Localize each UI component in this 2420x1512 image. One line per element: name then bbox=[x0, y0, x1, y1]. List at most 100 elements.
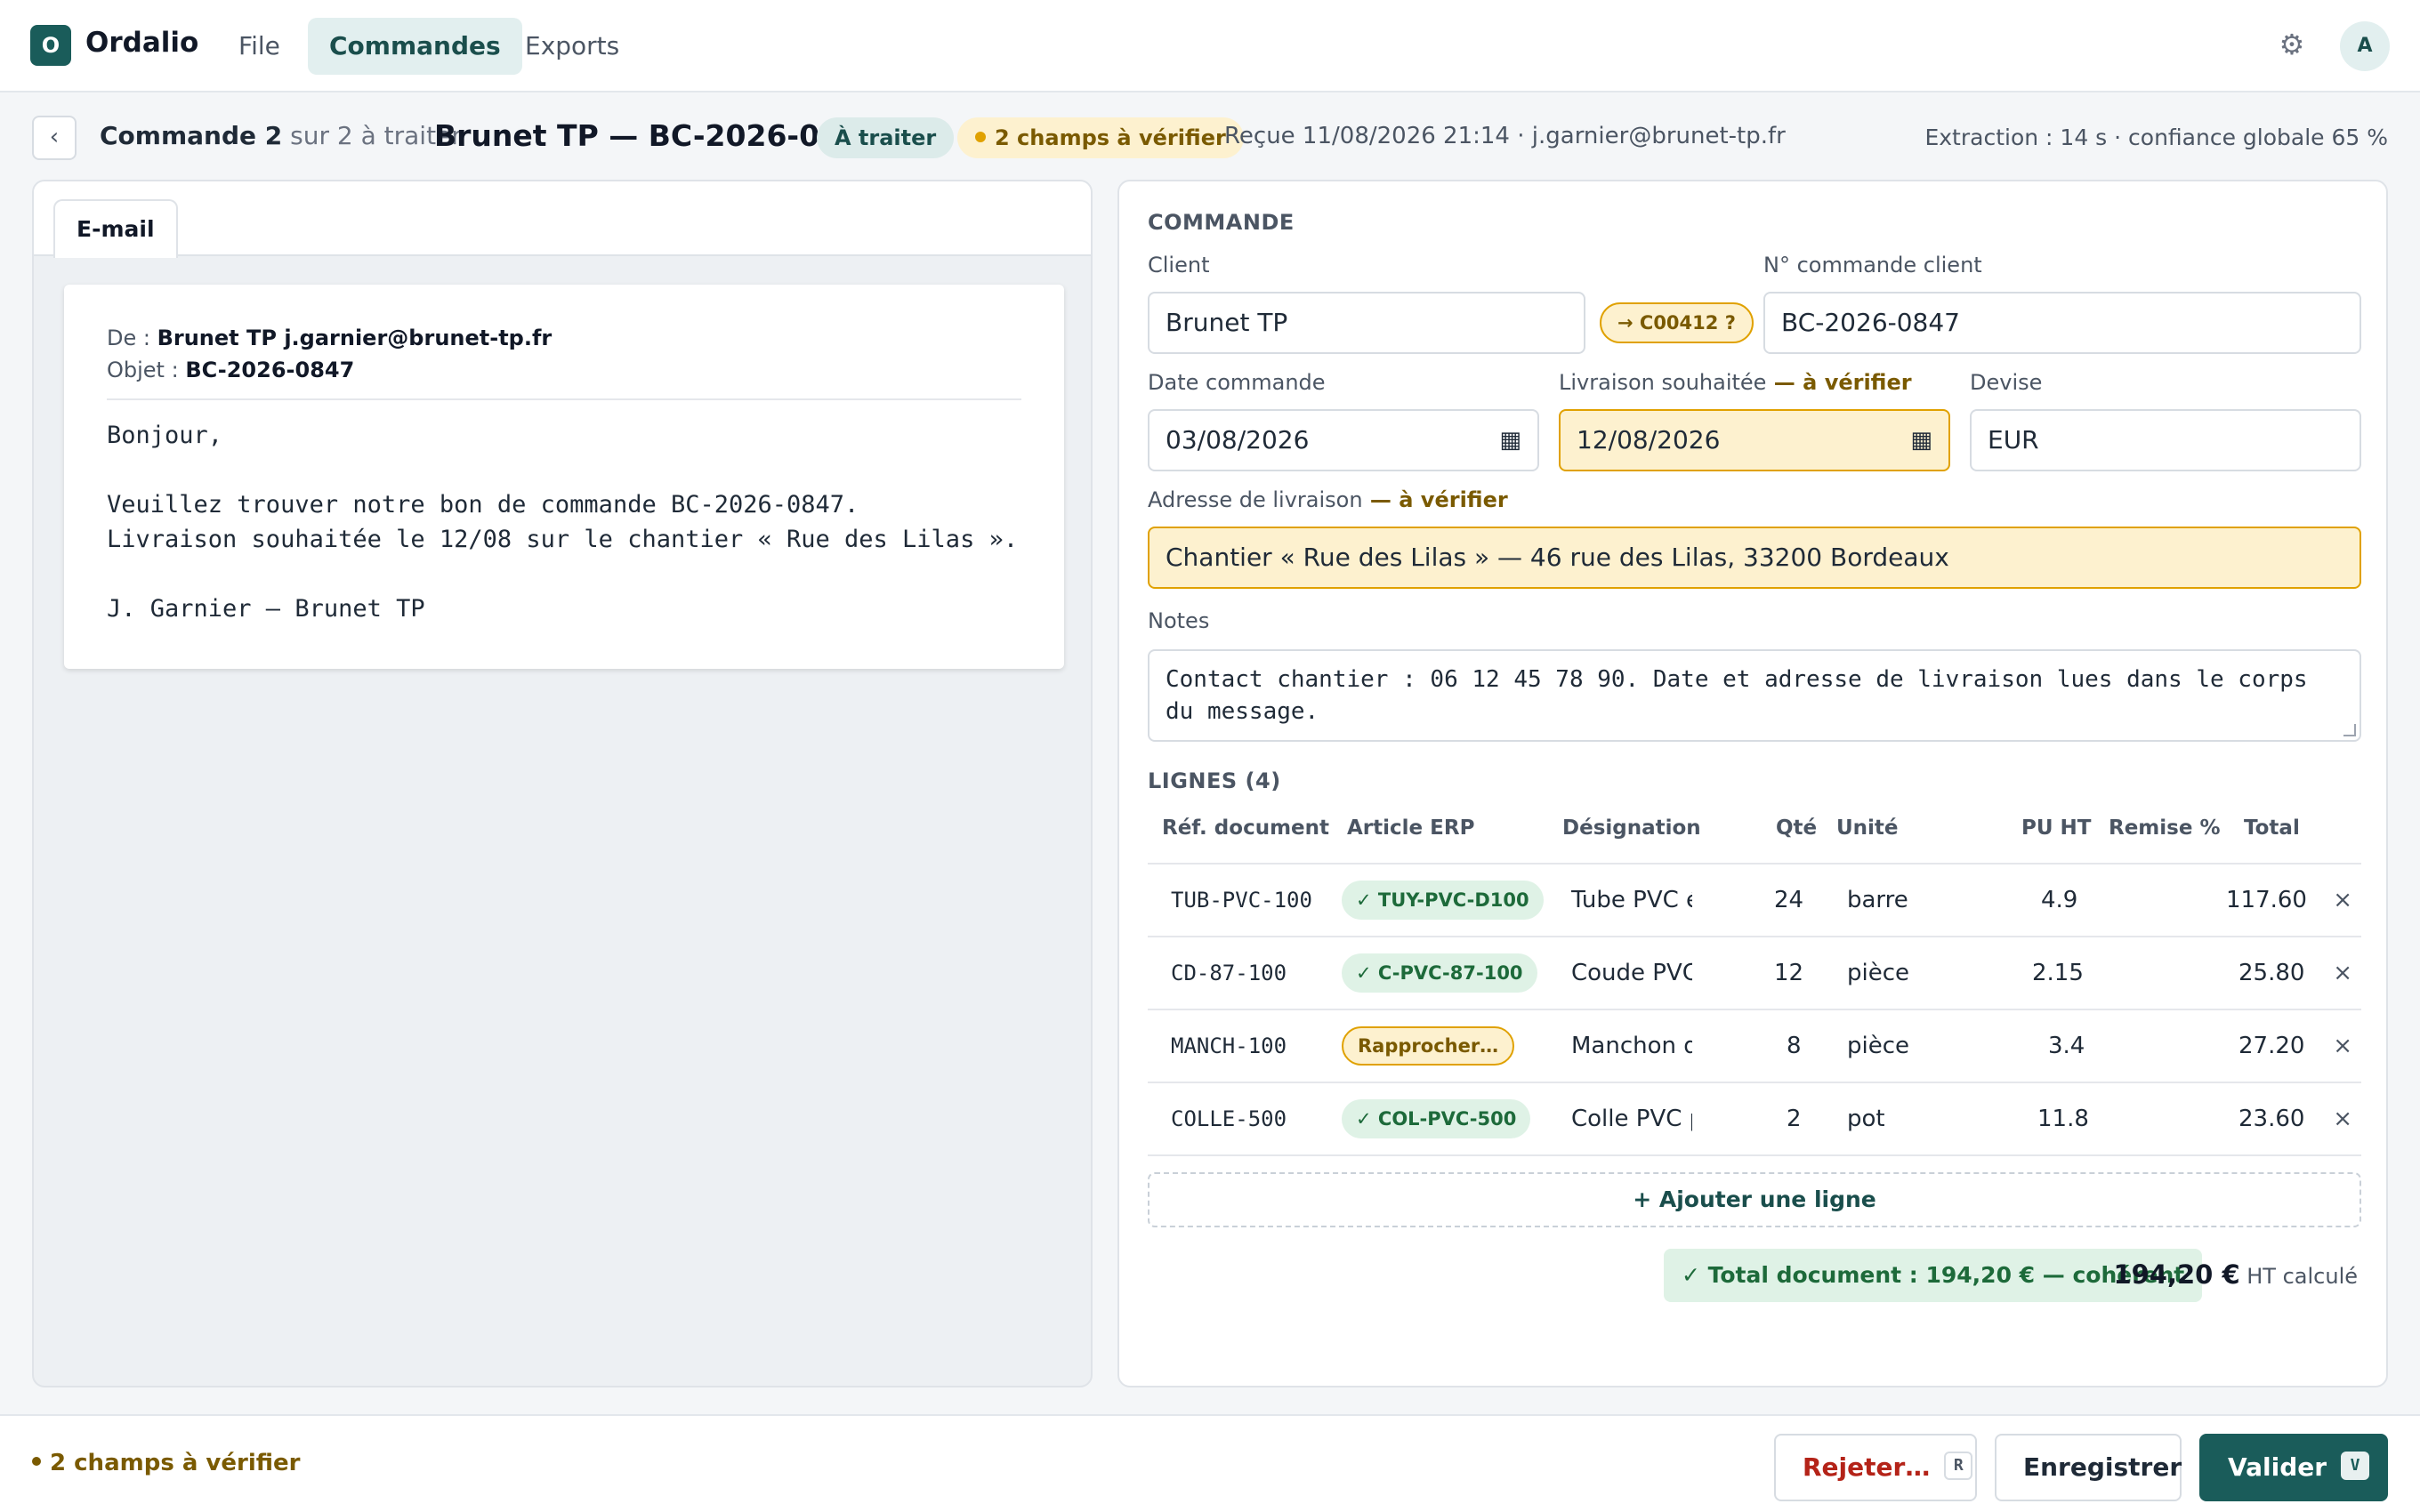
line-unit[interactable]: barre bbox=[1847, 865, 1908, 936]
close-icon[interactable]: × bbox=[2333, 1010, 2352, 1082]
client-match-chip[interactable]: → C00412 ? bbox=[1600, 302, 1754, 343]
email-subject: Objet : BC-2026-0847 bbox=[107, 358, 355, 382]
divider bbox=[107, 398, 1021, 400]
line-designation[interactable]: Coude PVC bbox=[1571, 937, 1692, 1009]
line-total: 117.60 bbox=[2226, 887, 2307, 913]
source-tabs: E-mail bbox=[34, 181, 1091, 258]
client-field[interactable]: Brunet TP bbox=[1148, 292, 1585, 354]
currency-field[interactable]: EUR bbox=[1970, 409, 2361, 471]
chevron-left-icon: ‹ bbox=[49, 124, 60, 150]
email-from: De : Brunet TP j.garnier@brunet-tp.fr bbox=[107, 326, 553, 350]
column-header: Article ERP bbox=[1347, 816, 1475, 840]
close-icon[interactable]: × bbox=[2333, 1083, 2352, 1154]
line-ref[interactable]: COLLE-500 bbox=[1171, 1083, 1287, 1154]
line-total: 27.20 bbox=[2238, 1033, 2305, 1059]
notes-field[interactable]: Contact chantier : 06 12 45 78 90. Date … bbox=[1148, 649, 2361, 742]
line-unit[interactable]: pot bbox=[1847, 1083, 1885, 1154]
erp-match-button[interactable]: Rapprocher… bbox=[1342, 1026, 1515, 1066]
line-ref[interactable]: CD-87-100 bbox=[1171, 937, 1287, 1009]
line-designation[interactable]: Manchon d bbox=[1571, 1010, 1692, 1082]
table-row: CD-87-100 ✓ C-PVC-87-100 Coude PVC 12 pi… bbox=[1148, 937, 2361, 1010]
column-header: Total bbox=[2244, 816, 2300, 840]
column-header: Unité bbox=[1836, 816, 1899, 840]
gear-icon[interactable]: ⚙ bbox=[2274, 25, 2310, 64]
shortcut-key: R bbox=[1944, 1452, 1973, 1480]
received-info: Reçue 11/08/2026 21:14 · j.garnier@brune… bbox=[1224, 123, 1786, 149]
app-logo[interactable]: O bbox=[30, 25, 71, 66]
order-date-field[interactable]: 03/08/2026 ▦ bbox=[1148, 409, 1539, 471]
line-unit[interactable]: pièce bbox=[1847, 1010, 1909, 1082]
nav-tab-commandes[interactable]: Commandes bbox=[308, 18, 522, 75]
line-ref[interactable]: MANCH-100 bbox=[1171, 1010, 1287, 1082]
order-date-label: Date commande bbox=[1148, 370, 1326, 395]
email-body: Bonjour, Veuillez trouver notre bon de c… bbox=[107, 422, 1019, 623]
line-qty[interactable]: 8 bbox=[1787, 1010, 1802, 1082]
action-bar: 2 champs à vérifier Rejeter… R Enregistre… bbox=[0, 1414, 2420, 1512]
calendar-icon[interactable]: ▦ bbox=[1499, 411, 1521, 470]
warning-dot-icon bbox=[32, 1456, 41, 1466]
page-title: Brunet TP — BC-2026-0847 bbox=[434, 118, 881, 153]
fields-to-verify-badge[interactable]: 2 champs à vérifier bbox=[957, 117, 1244, 158]
tab-email[interactable]: E-mail bbox=[53, 199, 178, 258]
erp-article-chip[interactable]: ✓ C-PVC-87-100 bbox=[1342, 953, 1537, 993]
email-meta: De : Brunet TP j.garnier@brunet-tp.fr Ob… bbox=[107, 322, 552, 386]
close-icon[interactable]: × bbox=[2333, 937, 2352, 1009]
add-line-button[interactable]: + Ajouter une ligne bbox=[1148, 1172, 2361, 1227]
line-unit-price[interactable]: 3.4 bbox=[2048, 1010, 2085, 1082]
status-badge: À traiter bbox=[817, 117, 955, 158]
email-card: De : Brunet TP j.garnier@brunet-tp.fr Ob… bbox=[64, 285, 1064, 669]
calendar-icon[interactable]: ▦ bbox=[1910, 411, 1932, 470]
notes-label: Notes bbox=[1148, 608, 1210, 633]
footer-warning: 2 champs à vérifier bbox=[32, 1450, 300, 1476]
delivery-address-field[interactable]: Chantier « Rue des Lilas » — 46 rue des … bbox=[1148, 527, 2361, 589]
line-qty[interactable]: 12 bbox=[1774, 937, 1803, 1009]
erp-article-chip[interactable]: ✓ TUY-PVC-D100 bbox=[1342, 881, 1544, 920]
line-unit-price[interactable]: 2.15 bbox=[2032, 937, 2084, 1009]
save-button[interactable]: Enregistrer bbox=[1995, 1434, 2182, 1501]
order-position: Commande 2 sur 2 à traiter bbox=[100, 121, 462, 150]
table-row: MANCH-100 Rapprocher… Manchon d 8 pièce … bbox=[1148, 1010, 2361, 1083]
column-header: Réf. document bbox=[1162, 816, 1330, 840]
validate-button[interactable]: Valider V bbox=[2199, 1434, 2388, 1501]
close-icon[interactable]: × bbox=[2333, 865, 2352, 936]
back-button[interactable]: ‹ bbox=[32, 116, 77, 160]
column-header: Remise % bbox=[2109, 816, 2221, 840]
top-bar: O Ordalio File Commandes Exports ⚙ A bbox=[0, 0, 2420, 92]
address-label: Adresse de livraison — à vérifier bbox=[1148, 487, 1508, 512]
currency-label: Devise bbox=[1970, 370, 2043, 395]
avatar[interactable]: A bbox=[2340, 21, 2390, 71]
nav-tab-exports[interactable]: Exports bbox=[504, 18, 641, 75]
line-total: 23.60 bbox=[2238, 1106, 2305, 1132]
app-name: Ordalio bbox=[85, 27, 199, 59]
erp-article-chip[interactable]: ✓ COL-PVC-500 bbox=[1342, 1099, 1531, 1138]
line-unit-price[interactable]: 11.8 bbox=[2037, 1083, 2089, 1154]
line-qty[interactable]: 24 bbox=[1774, 865, 1803, 936]
table-row: COLLE-500 ✓ COL-PVC-500 Colle PVC p 2 po… bbox=[1148, 1083, 2361, 1156]
reject-button[interactable]: Rejeter… R bbox=[1774, 1434, 1977, 1501]
column-header: PU HT bbox=[2021, 816, 2092, 840]
column-header: Désignation bbox=[1562, 816, 1701, 840]
table-row: TUB-PVC-100 ✓ TUY-PVC-D100 Tube PVC é 24… bbox=[1148, 865, 2361, 937]
section-title-commande: COMMANDE bbox=[1148, 210, 1295, 235]
computed-total: 194,20 € HT calculé bbox=[2113, 1259, 2358, 1290]
section-title-lignes: LIGNES (4) bbox=[1148, 768, 1281, 793]
line-unit[interactable]: pièce bbox=[1847, 937, 1909, 1009]
client-label: Client bbox=[1148, 253, 1210, 277]
warning-dot-icon bbox=[975, 132, 986, 142]
customer-order-field[interactable]: BC-2026-0847 bbox=[1763, 292, 2361, 354]
customer-order-label: N° commande client bbox=[1763, 253, 1982, 277]
source-panel: E-mail De : Brunet TP j.garnier@brunet-t… bbox=[32, 180, 1093, 1387]
line-unit-price[interactable]: 4.9 bbox=[2041, 865, 2077, 936]
nav-tab-file[interactable]: File bbox=[217, 18, 302, 75]
column-header: Qté bbox=[1776, 816, 1818, 840]
line-qty[interactable]: 2 bbox=[1787, 1083, 1802, 1154]
line-total: 25.80 bbox=[2238, 960, 2305, 986]
line-ref[interactable]: TUB-PVC-100 bbox=[1171, 865, 1312, 936]
extraction-info: Extraction : 14 s · confiance globale 65… bbox=[1924, 125, 2388, 150]
line-designation[interactable]: Colle PVC p bbox=[1571, 1083, 1692, 1154]
line-designation[interactable]: Tube PVC é bbox=[1571, 865, 1692, 936]
shortcut-key: V bbox=[2341, 1452, 2370, 1480]
resize-handle-icon[interactable] bbox=[2343, 724, 2356, 736]
delivery-date-label: Livraison souhaitée — à vérifier bbox=[1559, 370, 1912, 395]
delivery-date-field[interactable]: 12/08/2026 ▦ bbox=[1559, 409, 1950, 471]
